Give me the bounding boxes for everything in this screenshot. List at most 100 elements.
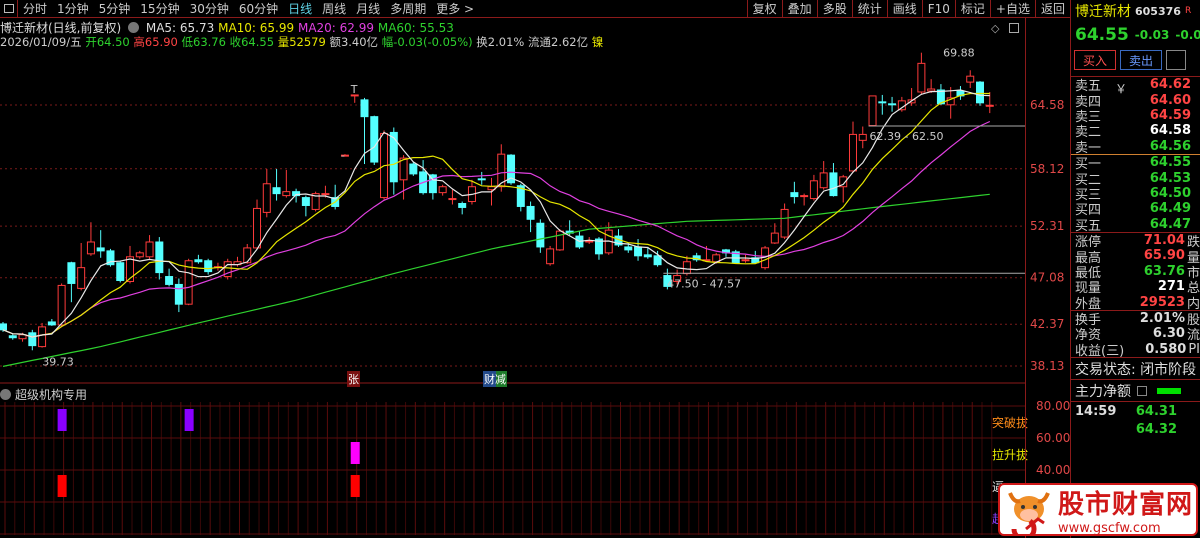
change-label: 幅 xyxy=(381,35,394,49)
candle-body xyxy=(448,198,457,201)
tab-15min[interactable]: 15分钟 xyxy=(135,0,184,17)
candle-body xyxy=(145,241,154,258)
more-trade-button[interactable] xyxy=(1166,50,1186,70)
net-flow-label: 主力净额 xyxy=(1075,383,1131,400)
event-tag-finance[interactable]: 财减 xyxy=(483,371,507,387)
watermark-name: 股市财富网 xyxy=(1058,489,1194,520)
tab-daily[interactable]: 日线 xyxy=(283,0,317,17)
layout-toggle-button[interactable] xyxy=(0,0,18,18)
indicator-name: 超级机构专用 xyxy=(15,388,88,402)
tab-30min[interactable]: 30分钟 xyxy=(185,0,234,17)
diamond-icon[interactable]: ◇ xyxy=(991,22,999,35)
low-value: 63.76 xyxy=(193,35,226,49)
annotation-range-low: 47.50 - 47.57 xyxy=(667,277,741,290)
amount: 额3.40亿 xyxy=(329,35,379,49)
candle-body xyxy=(360,99,369,118)
tab-1min[interactable]: 1分钟 xyxy=(52,0,94,17)
chart-axis-divider xyxy=(1025,18,1026,538)
dropdown-icon[interactable] xyxy=(0,389,11,400)
indicator-title[interactable]: 超级机构专用 xyxy=(0,386,87,403)
bull-logo-icon xyxy=(1008,491,1050,535)
price-change: -0.03 xyxy=(1134,28,1170,42)
candle xyxy=(536,219,545,253)
tab-more[interactable]: 更多 > xyxy=(431,0,479,17)
row-value: 64.49 xyxy=(1149,201,1191,217)
open-label: 开 xyxy=(85,35,97,49)
row-value: 29523 xyxy=(1139,294,1185,310)
candle xyxy=(311,191,320,212)
ma20-label: MA20: 62.99 xyxy=(297,21,375,35)
add-watchlist-button[interactable]: +自选 xyxy=(989,0,1035,18)
buy-button[interactable]: 买入 xyxy=(1074,50,1116,70)
y-tick-label: 42.37 xyxy=(1030,317,1064,331)
draw-line-button[interactable]: 画线 xyxy=(886,0,922,18)
candle-body xyxy=(643,254,652,258)
panel-toggle-icon[interactable] xyxy=(1009,23,1019,33)
tab-weekly[interactable]: 周线 xyxy=(317,0,351,17)
currency-icon[interactable]: ￥ xyxy=(1115,80,1127,97)
candle-body xyxy=(800,195,809,198)
candle-body xyxy=(927,88,936,92)
multi-stock-button[interactable]: 多股 xyxy=(816,0,852,18)
candle xyxy=(438,184,447,196)
tick-row: 14:59 64.31 xyxy=(1071,402,1200,420)
candle xyxy=(282,169,291,198)
stats-list-2: 换手 2.01% 股净资 6.30 流收益(三) 0.580 PI xyxy=(1071,309,1200,359)
tab-monthly[interactable]: 月线 xyxy=(351,0,385,17)
candle-body xyxy=(86,241,95,255)
tab-multi-period[interactable]: 多周期 xyxy=(385,0,431,17)
row-label: 收益(三) xyxy=(1075,343,1125,359)
candle-body xyxy=(57,284,66,326)
back-button[interactable]: 返回 xyxy=(1034,0,1070,18)
candle xyxy=(419,160,428,195)
candle-body xyxy=(28,332,37,347)
candle-body xyxy=(301,197,310,206)
candle xyxy=(194,254,203,264)
high-value: 65.90 xyxy=(144,35,178,49)
sector-tag[interactable]: 镍 xyxy=(592,35,604,49)
overlay-button[interactable]: 叠加 xyxy=(781,0,817,18)
event-tag-rise[interactable]: 张 xyxy=(347,371,360,387)
candle-body xyxy=(477,178,486,181)
annotation-range-high: 62.39 - 62.50 xyxy=(870,130,944,143)
signal-bar xyxy=(57,475,67,497)
row-value: 64.47 xyxy=(1149,216,1191,232)
candle-body xyxy=(8,335,17,339)
signal-bar xyxy=(184,409,194,431)
mark-button[interactable]: 标记 xyxy=(954,0,990,18)
margin-tag: R xyxy=(1184,6,1192,16)
sell-button[interactable]: 卖出 xyxy=(1120,50,1162,70)
tab-fenshi[interactable]: 分时 xyxy=(18,0,52,17)
kline-chart[interactable]: 64.58 58.12 52.31 47.08 42.37 38.13 80.00 60.00… xyxy=(0,0,1070,538)
candle-body xyxy=(0,323,7,331)
main-net-flow[interactable]: 主力净额 xyxy=(1071,379,1200,401)
candle xyxy=(96,230,105,258)
candle-body xyxy=(38,326,47,348)
row-value: 0.580 xyxy=(1145,341,1187,357)
candle-body xyxy=(555,230,564,251)
row-value: 64.50 xyxy=(1149,185,1191,201)
tab-60min[interactable]: 60分钟 xyxy=(234,0,283,17)
candle xyxy=(47,318,56,326)
candle xyxy=(77,242,86,291)
adjust-button[interactable]: 复权 xyxy=(746,0,782,18)
candle-body xyxy=(409,163,418,175)
candle xyxy=(165,268,174,287)
candle-body xyxy=(585,240,594,243)
candle-body xyxy=(370,116,379,163)
candle xyxy=(155,237,164,280)
price-change-pct: -0.05 xyxy=(1175,28,1200,42)
dropdown-icon[interactable] xyxy=(128,22,140,33)
candle-body xyxy=(536,222,545,248)
watermark-url: www.gscfw.com xyxy=(1058,520,1161,536)
signal-bar xyxy=(350,442,360,464)
candle xyxy=(106,248,115,267)
candle xyxy=(741,254,750,263)
statistics-button[interactable]: 统计 xyxy=(851,0,887,18)
tab-5min[interactable]: 5分钟 xyxy=(94,0,136,17)
candle-body xyxy=(917,62,926,93)
float-cap: 流通2.62亿 xyxy=(528,35,589,49)
quote-row: 外盘 29523 内 xyxy=(1071,294,1200,312)
ma5-line xyxy=(2,89,990,338)
f10-button[interactable]: F10 xyxy=(921,0,955,18)
